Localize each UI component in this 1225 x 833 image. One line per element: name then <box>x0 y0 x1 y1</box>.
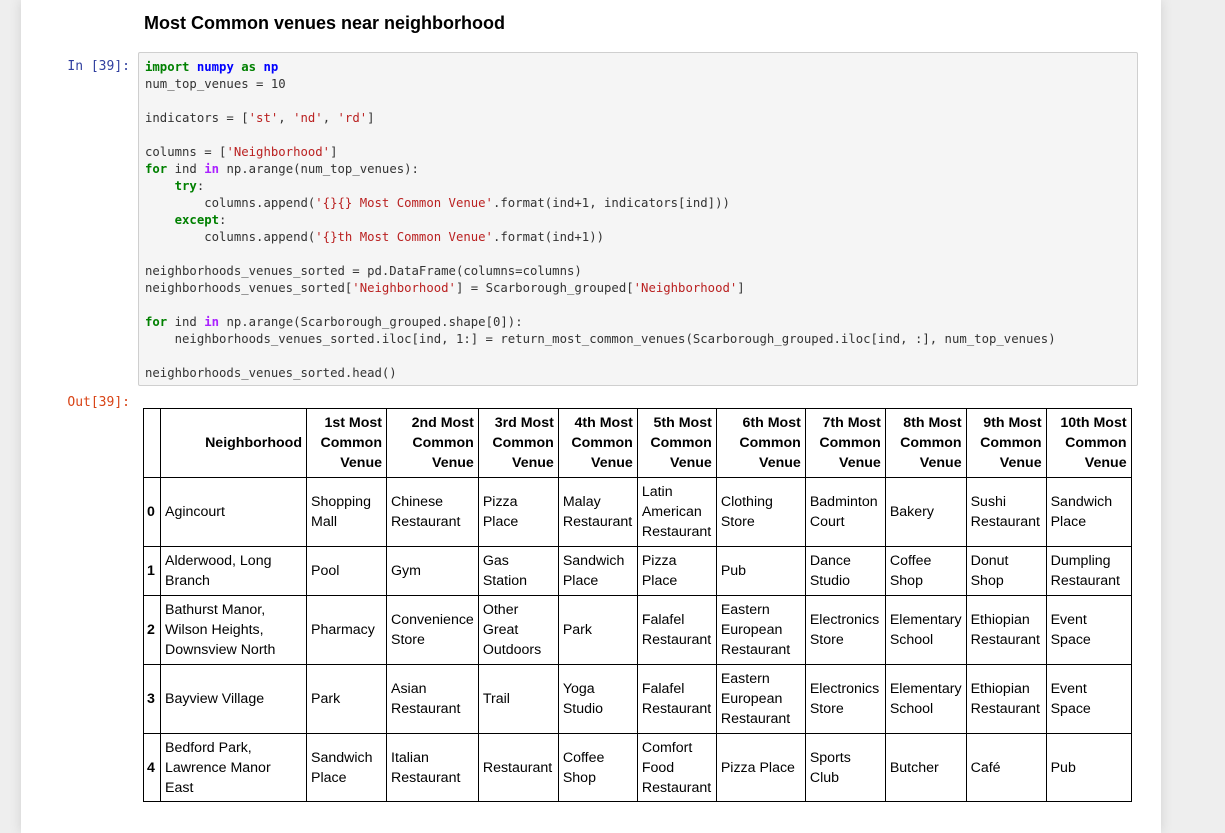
venue-cell: Sandwich Place <box>557 546 638 596</box>
table-row: 0 Agincourt Shopping Mall Chinese Restauran… <box>143 477 1132 547</box>
dataframe-output-table: Neighborhood 1st Most Common Venue 2nd Mos… <box>143 408 1132 802</box>
code-line: neighborhoods_venues_sorted.iloc[ind, 1:… <box>145 332 1056 346</box>
venue-cell: Pizza Place <box>715 733 806 802</box>
venue-cell: Elementary School <box>884 595 967 665</box>
venue-cell: Event Space <box>1045 595 1132 665</box>
neighborhood-cell: Bedford Park, Lawrence Manor East <box>160 733 307 802</box>
column-header: 3rd Most Common Venue <box>477 408 559 478</box>
code-cell-editor[interactable]: import numpy as np num_top_venues = 10 i… <box>138 52 1138 386</box>
table-row: 3 Bayview Village Park Asian Restaurant Trai… <box>143 664 1132 734</box>
venue-cell: Eastern European Restaurant <box>715 595 806 665</box>
venue-cell: Gym <box>386 546 479 596</box>
row-index: 2 <box>143 595 161 665</box>
venue-cell: Clothing Store <box>715 477 806 547</box>
venue-cell: Pub <box>1045 733 1132 802</box>
table-row: 1 Alderwood, Long Branch Pool Gym Gas Statio… <box>143 546 1132 596</box>
code-line: import numpy as np <box>145 60 279 74</box>
venue-cell: Park <box>557 595 638 665</box>
code-line: neighborhoods_venues_sorted['Neighborhoo… <box>145 281 745 295</box>
venue-cell: Latin American Restaurant <box>636 477 717 547</box>
neighborhood-cell: Alderwood, Long Branch <box>160 546 307 596</box>
code-line: columns = ['Neighborhood'] <box>145 145 338 159</box>
column-header: Neighborhood <box>160 408 307 478</box>
code-text[interactable]: import numpy as np num_top_venues = 10 i… <box>139 53 1137 382</box>
venue-cell: Ethiopian Restaurant <box>965 664 1047 734</box>
table-header-row: Neighborhood 1st Most Common Venue 2nd Mos… <box>143 408 1132 478</box>
column-header: 2nd Most Common Venue <box>386 408 479 478</box>
venue-cell: Other Great Outdoors <box>477 595 559 665</box>
venue-cell: Bakery <box>884 477 967 547</box>
venue-cell: Shopping Mall <box>306 477 387 547</box>
venue-cell: Butcher <box>884 733 967 802</box>
venue-cell: Event Space <box>1045 664 1132 734</box>
index-header <box>143 408 161 478</box>
code-line: for ind in np.arange(Scarborough_grouped… <box>145 315 523 329</box>
venue-cell: Pool <box>306 546 387 596</box>
venue-cell: Electronics Store <box>804 595 886 665</box>
code-line: num_top_venues = 10 <box>145 77 286 91</box>
neighborhood-cell: Agincourt <box>160 477 307 547</box>
column-header: 1st Most Common Venue <box>306 408 387 478</box>
venue-cell: Italian Restaurant <box>386 733 479 802</box>
venue-cell: Convenience Store <box>386 595 479 665</box>
venue-cell: Elementary School <box>884 664 967 734</box>
venue-cell: Pharmacy <box>306 595 387 665</box>
venue-cell: Electronics Store <box>804 664 886 734</box>
venue-cell: Park <box>306 664 387 734</box>
code-line: except: <box>174 213 227 227</box>
venue-cell: Trail <box>477 664 559 734</box>
venue-cell: Sports Club <box>804 733 886 802</box>
venue-cell: Falafel Restaurant <box>636 664 717 734</box>
venue-cell: Pizza Place <box>477 477 559 547</box>
venue-cell: Donut Shop <box>965 546 1047 596</box>
venue-cell: Sandwich Place <box>1045 477 1132 547</box>
venue-cell: Falafel Restaurant <box>636 595 717 665</box>
venue-cell: Dumpling Restaurant <box>1045 546 1132 596</box>
venue-cell: Coffee Shop <box>884 546 967 596</box>
venue-cell: Malay Restaurant <box>557 477 638 547</box>
code-line: neighborhoods_venues_sorted.head() <box>145 366 397 380</box>
venue-cell: Sandwich Place <box>306 733 387 802</box>
code-line: indicators = ['st', 'nd', 'rd'] <box>145 111 375 125</box>
column-header: 7th Most Common Venue <box>804 408 886 478</box>
venue-cell: Chinese Restaurant <box>386 477 479 547</box>
venue-cell: Sushi Restaurant <box>965 477 1047 547</box>
column-header: 6th Most Common Venue <box>715 408 806 478</box>
input-prompt: In [39]: <box>67 59 130 74</box>
venue-cell: Café <box>965 733 1047 802</box>
code-line: columns.append('{}{} Most Common Venue'.… <box>145 196 730 210</box>
venue-cell: Pub <box>715 546 806 596</box>
venue-cell: Badminton Court <box>804 477 886 547</box>
output-prompt: Out[39]: <box>67 395 130 410</box>
row-index: 1 <box>143 546 161 596</box>
venue-cell: Asian Restaurant <box>386 664 479 734</box>
markdown-heading: Most Common venues near neighborhood <box>144 13 506 33</box>
row-index: 3 <box>143 664 161 734</box>
venue-cell: Pizza Place <box>636 546 717 596</box>
column-header: 4th Most Common Venue <box>557 408 638 478</box>
venue-cell: Eastern European Restaurant <box>715 664 806 734</box>
row-index: 4 <box>143 733 161 802</box>
venue-cell: Ethiopian Restaurant <box>965 595 1047 665</box>
code-line: neighborhoods_venues_sorted = pd.DataFra… <box>145 264 582 278</box>
venue-cell: Comfort Food Restaurant <box>636 733 717 802</box>
venue-cell: Gas Station <box>477 546 559 596</box>
table-row: 4 Bedford Park, Lawrence Manor East Sandwi… <box>143 733 1132 802</box>
column-header: 5th Most Common Venue <box>636 408 717 478</box>
column-header: 9th Most Common Venue <box>965 408 1047 478</box>
neighborhood-cell: Bayview Village <box>160 664 307 734</box>
code-line: columns.append('{}th Most Common Venue'.… <box>145 230 605 244</box>
venue-cell: Restaurant <box>477 733 559 802</box>
neighborhood-cell: Bathurst Manor, Wilson Heights, Downsvie… <box>160 595 307 665</box>
row-index: 0 <box>143 477 161 547</box>
code-line: for ind in np.arange(num_top_venues): <box>145 162 419 176</box>
column-header: 10th Most Common Venue <box>1045 408 1132 478</box>
table-row: 2 Bathurst Manor, Wilson Heights, Downsvi… <box>143 595 1132 665</box>
venue-cell: Yoga Studio <box>557 664 638 734</box>
code-line: try: <box>174 179 205 193</box>
venue-cell: Dance Studio <box>804 546 886 596</box>
column-header: 8th Most Common Venue <box>884 408 967 478</box>
venue-cell: Coffee Shop <box>557 733 638 802</box>
